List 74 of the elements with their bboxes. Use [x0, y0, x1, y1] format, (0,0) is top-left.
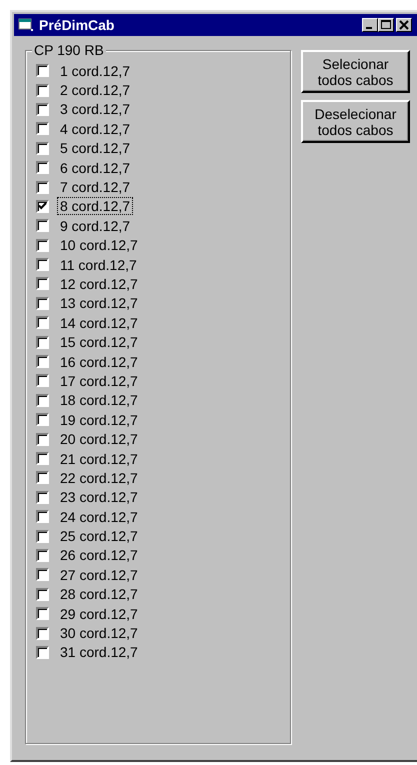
select-all-button[interactable]: Selecionar todos cabos [301, 50, 410, 93]
checkbox-label[interactable]: 16 cord.12,7 [57, 352, 141, 371]
checkbox[interactable] [36, 84, 49, 97]
checkbox[interactable] [36, 180, 49, 194]
checkbox-label[interactable]: 9 cord.12,7 [57, 216, 134, 235]
checkbox[interactable] [36, 102, 49, 116]
close-icon [399, 20, 409, 30]
deselect-all-button[interactable]: Deselecionar todos cabos [301, 100, 410, 143]
checkbox[interactable] [36, 161, 49, 174]
window-app-icon [18, 18, 34, 32]
maximize-icon [381, 20, 391, 30]
checkbox[interactable] [36, 548, 49, 562]
checkbox-label[interactable]: 6 cord.12,7 [57, 158, 134, 177]
checkbox-label[interactable]: 4 cord.12,7 [57, 120, 134, 138]
checkbox-label[interactable]: 17 cord.12,7 [57, 372, 141, 390]
checkbox[interactable] [36, 219, 49, 232]
check-mark-icon [38, 202, 47, 210]
checkbox[interactable] [36, 258, 49, 272]
checkbox[interactable] [36, 646, 49, 659]
checkbox[interactable] [36, 64, 49, 78]
checkbox-label[interactable]: 7 cord.12,7 [57, 178, 134, 196]
checkbox-label[interactable]: 26 cord.12,7 [57, 546, 141, 564]
checkbox-label[interactable]: 31 cord.12,7 [57, 643, 141, 662]
checkbox[interactable] [36, 336, 49, 349]
minimize-icon [366, 27, 372, 29]
checkbox[interactable] [36, 530, 49, 543]
checkbox-label[interactable]: 1 cord.12,7 [57, 62, 134, 80]
checkbox-label[interactable]: 19 cord.12,7 [57, 410, 141, 429]
checkbox-label[interactable]: 5 cord.12,7 [57, 139, 134, 158]
maximize-button[interactable] [378, 18, 394, 32]
checkbox-label[interactable]: 18 cord.12,7 [57, 391, 141, 410]
checkbox-label[interactable]: 21 cord.12,7 [57, 450, 141, 468]
checkbox[interactable] [36, 510, 49, 524]
checkbox[interactable] [36, 432, 49, 446]
checkbox-label[interactable]: 24 cord.12,7 [57, 508, 141, 526]
checkbox[interactable] [36, 471, 49, 484]
checkbox[interactable] [36, 122, 49, 136]
checkbox[interactable] [36, 316, 49, 330]
checkbox[interactable] [36, 588, 49, 601]
close-button[interactable] [396, 18, 412, 32]
checkbox-label[interactable]: 13 cord.12,7 [57, 294, 141, 312]
checkbox-label[interactable]: 23 cord.12,7 [57, 488, 141, 506]
checkbox[interactable] [36, 452, 49, 465]
checkbox-label[interactable]: 12 cord.12,7 [57, 274, 141, 293]
checkbox[interactable] [36, 413, 49, 426]
checkbox[interactable] [36, 394, 49, 407]
checkbox-label[interactable]: 11 cord.12,7 [57, 256, 140, 274]
checkbox-label[interactable]: 22 cord.12,7 [57, 468, 141, 487]
checkbox[interactable] [36, 277, 49, 290]
checkbox[interactable] [36, 607, 49, 620]
checkbox-label[interactable]: 3 cord.12,7 [57, 100, 134, 118]
window-title: PréDimCab [39, 17, 116, 33]
checkbox-label[interactable]: 10 cord.12,7 [57, 236, 141, 254]
checkbox[interactable] [36, 200, 49, 213]
checkbox-label[interactable]: 15 cord.12,7 [57, 333, 141, 352]
minimize-button[interactable] [362, 18, 378, 32]
checkbox[interactable] [36, 296, 49, 310]
checkbox[interactable] [36, 238, 49, 252]
checkbox-label[interactable]: 29 cord.12,7 [57, 604, 141, 623]
checkbox[interactable] [36, 490, 49, 504]
checkbox-label[interactable]: 8 cord.12,7 [57, 197, 134, 216]
checkbox-label[interactable]: 20 cord.12,7 [57, 430, 141, 448]
checkbox-label[interactable]: 27 cord.12,7 [57, 566, 141, 584]
checkbox-label[interactable]: 28 cord.12,7 [57, 585, 141, 604]
checkbox-label[interactable]: 2 cord.12,7 [57, 81, 134, 100]
checkbox[interactable] [36, 142, 49, 155]
checkbox-label[interactable]: 14 cord.12,7 [57, 314, 141, 332]
checkbox[interactable] [36, 355, 49, 368]
checkbox[interactable] [36, 568, 49, 582]
checkbox-label[interactable]: 25 cord.12,7 [57, 527, 141, 546]
checkbox[interactable] [36, 626, 49, 640]
checkbox-label[interactable]: 30 cord.12,7 [57, 624, 141, 642]
group-title: CP 190 RB [32, 42, 106, 58]
checkbox[interactable] [36, 374, 49, 388]
